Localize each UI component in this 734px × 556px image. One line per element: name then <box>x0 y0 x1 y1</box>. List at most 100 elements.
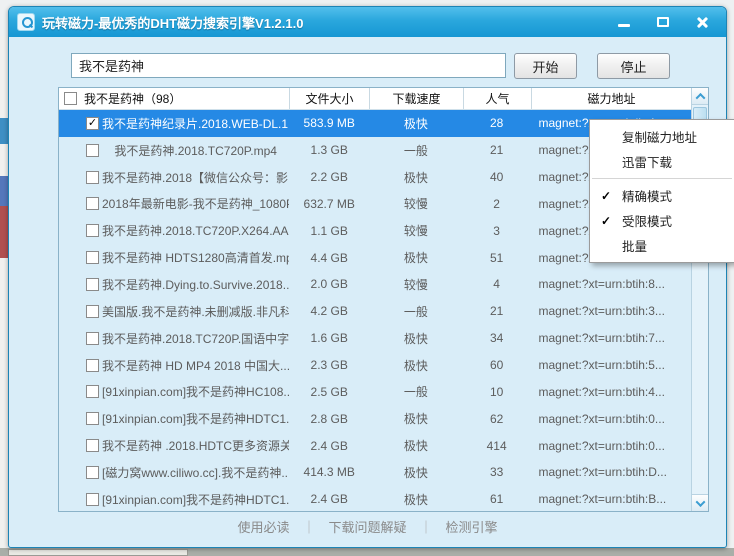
cell-popularity: 2 <box>493 196 500 211</box>
scroll-up-button[interactable] <box>692 88 708 105</box>
cell-name: 我不是药神.2018.TC720P.国语中字.... <box>102 331 290 346</box>
cell-popularity: 3 <box>493 223 500 238</box>
row-checkbox[interactable] <box>86 465 99 479</box>
row-checkbox-cell <box>59 465 102 479</box>
row-checkbox[interactable] <box>86 277 99 291</box>
menu-item-label: 复制磁力地址 <box>622 131 698 145</box>
minimize-button[interactable] <box>612 13 636 31</box>
cell-size: 2.3 GB <box>310 358 348 373</box>
header-size-column: 文件大小 <box>290 88 370 109</box>
cell-size: 2.4 GB <box>310 492 348 507</box>
menu-item[interactable]: ✓ 精确模式 <box>590 183 734 208</box>
cell-size: 4.4 GB <box>310 250 348 265</box>
table-row[interactable]: 我不是药神.2018.TC720P.国语中字.... 1.6 GB 极快 34 magn… <box>59 325 691 352</box>
cell-speed: 较慢 <box>403 197 428 212</box>
footer-links: 使用必读 ｜ 下载问题解疑 ｜ 检测引擎 <box>9 517 726 536</box>
menu-item[interactable]: 复制磁力地址 <box>590 124 734 149</box>
table-row[interactable]: [91xinpian.com]我不是药神HC108... 2.5 GB 一般 10 ma… <box>59 378 691 405</box>
row-checkbox-cell <box>59 358 102 372</box>
start-button[interactable]: 开始 <box>514 53 577 79</box>
stop-button[interactable]: 停止 <box>597 53 670 79</box>
row-checkbox[interactable] <box>86 143 99 157</box>
cell-magnet: magnet:?xt=urn:btih:0... <box>538 411 665 426</box>
cell-size: 4.2 GB <box>310 304 348 319</box>
menu-item[interactable]: 迅雷下载 <box>590 149 734 174</box>
cell-popularity: 51 <box>489 250 504 265</box>
row-checkbox-cell <box>59 143 102 157</box>
table-row[interactable]: 我不是药神 .2018.HDTC更多资源关... 2.4 GB 极快 414 magne… <box>59 432 691 459</box>
search-input[interactable] <box>71 53 506 78</box>
cell-size: 1.1 GB <box>310 223 348 238</box>
cell-popularity: 21 <box>489 304 504 319</box>
cell-name: 我不是药神 .2018.HDTC更多资源关... <box>102 439 290 454</box>
table-header: 我不是药神（98） 文件大小 下载速度 人气 磁力地址 <box>59 88 691 110</box>
close-button[interactable] <box>690 13 714 31</box>
row-checkbox[interactable] <box>86 331 99 345</box>
menu-item[interactable]: ✓ 受限模式 <box>590 208 734 233</box>
cell-name: [91xinpian.com]我不是药神HDTC1... <box>102 412 290 427</box>
cell-speed: 极快 <box>403 170 428 185</box>
menu-item-label: 批量 <box>622 240 648 254</box>
maximize-button[interactable] <box>651 13 675 31</box>
background-fragment <box>0 206 8 258</box>
footer-link[interactable]: 下载问题解疑 <box>328 517 406 536</box>
row-checkbox[interactable]: ✓ <box>86 116 99 130</box>
desktop-background-bottom <box>0 548 734 556</box>
cell-size: 2.8 GB <box>310 411 348 426</box>
magnifier-icon <box>17 13 35 31</box>
scroll-down-icon <box>695 496 705 507</box>
cell-size: 1.3 GB <box>310 143 348 158</box>
table-row[interactable]: [91xinpian.com]我不是药神HDTC1... 2.8 GB 极快 62 ma… <box>59 405 691 432</box>
table-row[interactable]: 美国版.我不是药神.未删减版.非凡科... 4.2 GB 一般 21 magnet:?x… <box>59 298 691 325</box>
cell-size: 2.4 GB <box>310 438 348 453</box>
row-checkbox[interactable] <box>86 197 99 211</box>
app-window: 玩转磁力-最优秀的DHT磁力搜索引擎V1.2.1.0 开始 停止 我不是药神（9… <box>8 6 734 548</box>
row-checkbox[interactable] <box>86 412 99 426</box>
cell-popularity: 60 <box>489 358 504 373</box>
cell-speed: 较慢 <box>403 277 428 292</box>
cell-name: [91xinpian.com]我不是药神HC108... <box>102 385 290 400</box>
cell-speed: 极快 <box>403 465 428 480</box>
footer-link[interactable]: 使用必读 <box>237 517 289 536</box>
cell-size: 1.6 GB <box>310 331 348 346</box>
menu-item[interactable]: 批量 <box>590 233 734 258</box>
select-all-checkbox[interactable] <box>64 92 77 105</box>
row-checkbox[interactable] <box>86 358 99 372</box>
cell-magnet: magnet:?xt=urn:btih:D... <box>538 465 667 480</box>
cell-speed: 极快 <box>403 116 428 131</box>
table-row[interactable]: [91xinpian.com]我不是药神HDTC1... 2.4 GB 极快 61 ma… <box>59 486 691 513</box>
row-checkbox-cell <box>59 170 102 184</box>
table-row[interactable]: 我不是药神 HD MP4 2018 中国大... 2.3 GB 极快 60 magnet… <box>59 352 691 379</box>
cell-size: 2.0 GB <box>310 277 348 292</box>
menu-item-label: 迅雷下载 <box>622 156 673 170</box>
row-checkbox[interactable] <box>86 385 99 399</box>
cell-popularity: 34 <box>489 331 504 346</box>
cell-popularity: 4 <box>493 277 500 292</box>
row-checkbox[interactable] <box>86 439 99 453</box>
cell-popularity: 10 <box>489 384 504 399</box>
background-window-fragment <box>8 549 188 556</box>
header-name-column: 我不是药神（98） <box>59 88 290 109</box>
menu-separator <box>592 178 732 179</box>
row-checkbox[interactable] <box>86 492 99 506</box>
cell-speed: 一般 <box>403 385 428 400</box>
cell-name: 2018年最新电影-我不是药神_1080P... <box>102 197 290 212</box>
row-checkbox[interactable] <box>86 170 99 184</box>
header-name-label: 我不是药神（98） <box>84 92 182 106</box>
cell-popularity: 21 <box>489 143 504 158</box>
table-row[interactable]: 我不是药神.Dying.to.Survive.2018.... 2.0 GB 较慢 4… <box>59 271 691 298</box>
table-row[interactable]: [磁力窝www.ciliwo.cc].我不是药神... 414.3 MB 极快 33 m… <box>59 459 691 486</box>
scroll-up-icon <box>695 92 705 103</box>
cell-name: 我不是药神.2018.TC720P.mp4 <box>114 143 277 158</box>
row-checkbox[interactable] <box>86 304 99 318</box>
row-checkbox[interactable] <box>86 224 99 238</box>
cell-magnet: magnet:?xt=urn:btih:8... <box>538 277 665 292</box>
footer-link[interactable]: 检测引擎 <box>446 517 498 536</box>
cell-name: 我不是药神.2018【微信公众号：影... <box>102 170 290 185</box>
menu-item-label: 精确模式 <box>622 190 673 204</box>
scroll-down-button[interactable] <box>692 494 708 511</box>
row-checkbox[interactable] <box>86 251 99 265</box>
header-speed-column: 下载速度 <box>370 88 464 109</box>
cell-speed: 极快 <box>403 412 428 427</box>
footer-separator: ｜ <box>419 520 433 535</box>
